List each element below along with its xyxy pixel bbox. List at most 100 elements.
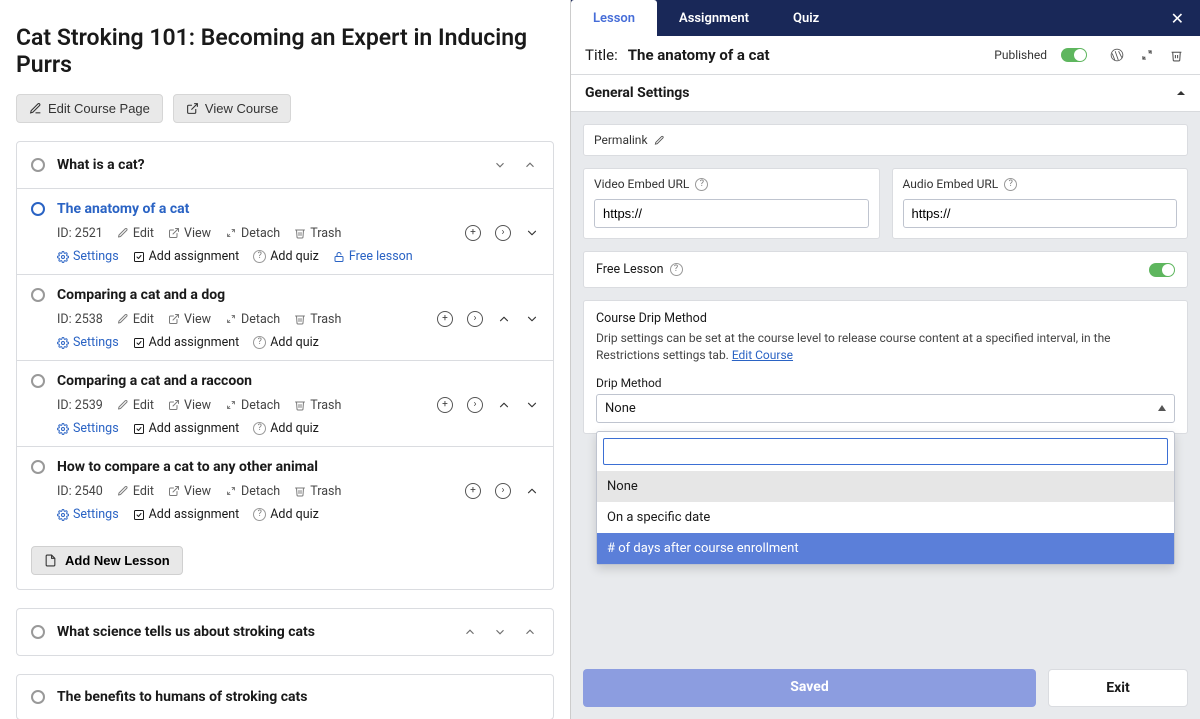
detach-link[interactable]: Detach xyxy=(225,484,280,499)
external-link-icon xyxy=(186,102,199,115)
dropdown-option[interactable]: # of days after course enrollment xyxy=(597,533,1174,564)
lesson-title[interactable]: Comparing a cat and a raccoon xyxy=(31,373,539,389)
drip-method-select[interactable]: None xyxy=(596,394,1175,423)
dropdown-option[interactable]: On a specific date xyxy=(597,502,1174,533)
chevron-down-icon[interactable] xyxy=(491,623,509,641)
settings-link[interactable]: Settings xyxy=(57,421,119,436)
trash-icon[interactable] xyxy=(1167,49,1186,62)
edit-course-button[interactable]: Edit Course Page xyxy=(16,94,163,123)
section-header[interactable]: What science tells us about stroking cat… xyxy=(17,609,553,655)
add-quiz-link[interactable]: ?Add quiz xyxy=(253,421,319,436)
caret-up-icon[interactable] xyxy=(1176,88,1186,98)
pencil-icon[interactable] xyxy=(654,135,665,146)
section-card: What science tells us about stroking cat… xyxy=(16,608,554,656)
close-icon[interactable]: ✕ xyxy=(1167,5,1188,32)
lesson-title-text: How to compare a cat to any other animal xyxy=(57,459,318,475)
free-lesson-toggle[interactable] xyxy=(1149,263,1175,277)
chevron-down-icon[interactable] xyxy=(525,226,539,240)
lesson-row: Comparing a cat and a dogID: 2538EditVie… xyxy=(17,274,553,360)
lesson-meta: ID: 2540 Edit View Detach Trash + › xyxy=(31,483,539,499)
drip-method-label: Drip Method xyxy=(596,376,1175,390)
plus-circle-icon[interactable]: + xyxy=(465,483,481,499)
lesson-title[interactable]: How to compare a cat to any other animal xyxy=(31,459,539,475)
edit-course-label: Edit Course Page xyxy=(48,101,150,116)
edit-link[interactable]: Edit xyxy=(117,312,154,327)
tab-lesson[interactable]: Lesson xyxy=(571,0,657,36)
settings-link[interactable]: Settings xyxy=(57,507,119,522)
add-quiz-link[interactable]: ?Add quiz xyxy=(253,249,319,264)
settings-link[interactable]: Settings xyxy=(57,335,119,350)
edit-link[interactable]: Edit xyxy=(117,398,154,413)
view-link[interactable]: View xyxy=(168,226,211,241)
tab-quiz[interactable]: Quiz xyxy=(771,0,841,36)
published-toggle[interactable] xyxy=(1061,48,1087,62)
arrow-circle-icon[interactable]: › xyxy=(467,397,483,413)
title-label: Title: xyxy=(585,46,618,64)
exit-button[interactable]: Exit xyxy=(1048,669,1188,707)
arrow-circle-icon[interactable]: › xyxy=(467,311,483,327)
caret-up-icon xyxy=(1158,405,1166,411)
add-quiz-link[interactable]: ?Add quiz xyxy=(253,507,319,522)
view-link[interactable]: View xyxy=(168,484,211,499)
view-link[interactable]: View xyxy=(168,312,211,327)
lesson-id: ID: 2540 xyxy=(57,484,103,499)
permalink-field: Permalink xyxy=(583,124,1188,156)
plus-circle-icon[interactable]: + xyxy=(437,397,453,413)
chevron-up-icon[interactable] xyxy=(497,398,511,412)
edit-link[interactable]: Edit xyxy=(117,484,154,499)
edit-course-link[interactable]: Edit Course xyxy=(732,348,793,362)
section-header[interactable]: The benefits to humans of stroking cats xyxy=(17,675,553,719)
help-icon[interactable]: ? xyxy=(1004,178,1017,191)
chevron-up-icon[interactable] xyxy=(461,623,479,641)
wordpress-icon[interactable] xyxy=(1107,48,1127,62)
add-new-lesson-button[interactable]: Add New Lesson xyxy=(31,546,183,575)
trash-link[interactable]: Trash xyxy=(294,398,341,413)
chevron-down-icon[interactable] xyxy=(491,156,509,174)
view-link[interactable]: View xyxy=(168,398,211,413)
dropdown-search-input[interactable] xyxy=(603,438,1168,465)
trash-link[interactable]: Trash xyxy=(294,484,341,499)
detach-icon[interactable] xyxy=(1137,48,1157,62)
dropdown-option[interactable]: None xyxy=(597,471,1174,502)
arrow-circle-icon[interactable]: › xyxy=(495,483,511,499)
view-course-button[interactable]: View Course xyxy=(173,94,291,123)
help-icon[interactable]: ? xyxy=(695,178,708,191)
help-icon[interactable]: ? xyxy=(670,263,683,276)
plus-circle-icon[interactable]: + xyxy=(465,225,481,241)
detach-link[interactable]: Detach xyxy=(225,312,280,327)
detach-link[interactable]: Detach xyxy=(225,226,280,241)
plus-circle-icon[interactable]: + xyxy=(437,311,453,327)
trash-link[interactable]: Trash xyxy=(294,226,341,241)
arrow-circle-icon[interactable]: › xyxy=(495,225,511,241)
chevron-up-icon[interactable] xyxy=(497,312,511,326)
trash-link[interactable]: Trash xyxy=(294,312,341,327)
general-settings-header[interactable]: General Settings xyxy=(571,75,1200,112)
chevron-up-icon[interactable] xyxy=(521,623,539,641)
settings-link[interactable]: Settings xyxy=(57,249,119,264)
free-lesson-link[interactable]: Free lesson xyxy=(333,249,413,264)
tab-assignment[interactable]: Assignment xyxy=(657,0,771,36)
add-assignment-link[interactable]: Add assignment xyxy=(133,507,240,522)
add-quiz-link[interactable]: ?Add quiz xyxy=(253,335,319,350)
lesson-title[interactable]: Comparing a cat and a dog xyxy=(31,287,539,303)
pencil-square-icon xyxy=(29,102,42,115)
chevron-up-icon[interactable] xyxy=(525,484,539,498)
lesson-id: ID: 2521 xyxy=(57,226,103,241)
audio-embed-input[interactable] xyxy=(903,199,1178,228)
title-value[interactable]: The anatomy of a cat xyxy=(628,46,985,64)
add-assignment-link[interactable]: Add assignment xyxy=(133,249,240,264)
section-header[interactable]: What is a cat? xyxy=(17,142,553,188)
lesson-title[interactable]: The anatomy of a cat xyxy=(31,201,539,217)
add-assignment-link[interactable]: Add assignment xyxy=(133,421,240,436)
detach-link[interactable]: Detach xyxy=(225,398,280,413)
chevron-up-icon[interactable] xyxy=(521,156,539,174)
add-assignment-link[interactable]: Add assignment xyxy=(133,335,240,350)
chevron-down-icon[interactable] xyxy=(525,312,539,326)
lesson-row: The anatomy of a cat ID: 2521 Edit View Deta… xyxy=(17,188,553,274)
lesson-meta: ID: 2538EditViewDetachTrash+› xyxy=(31,311,539,327)
edit-link[interactable]: Edit xyxy=(117,226,154,241)
video-embed-input[interactable] xyxy=(594,199,869,228)
chevron-down-icon[interactable] xyxy=(525,398,539,412)
radio-icon xyxy=(31,460,45,474)
saved-button: Saved xyxy=(583,669,1036,707)
